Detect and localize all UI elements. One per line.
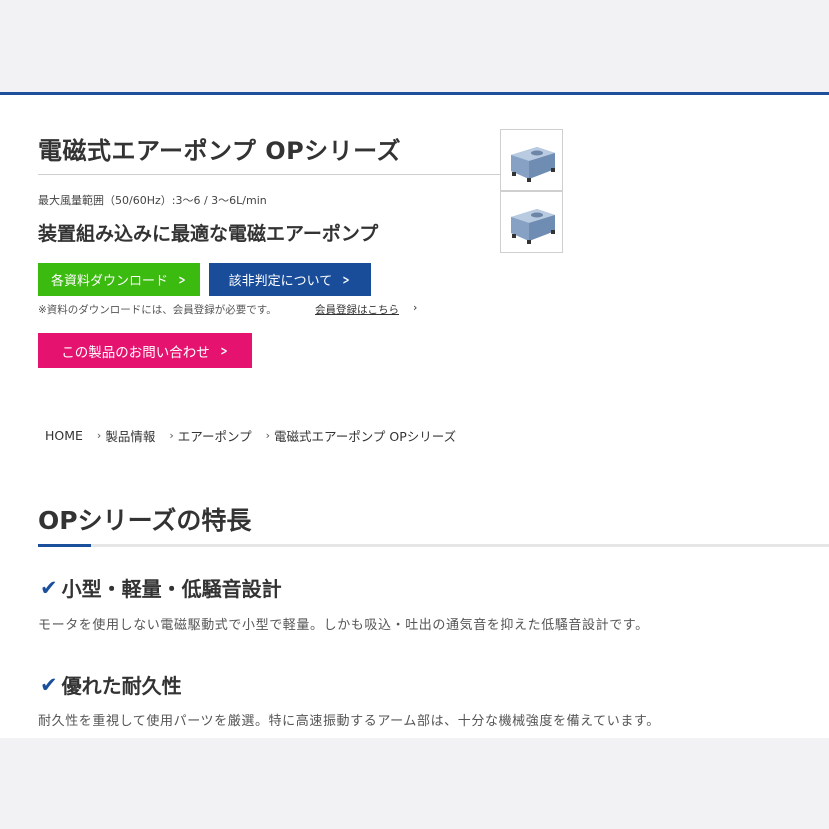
product-thumbnail[interactable] [500,129,563,191]
breadcrumb-current: 電磁式エアーポンプ OPシリーズ [274,429,457,444]
chevron-right-icon: › [96,429,102,442]
chevron-right-icon: › [265,429,271,442]
download-button-label: 各資料ダウンロード [50,274,168,289]
features-accent-bar [38,544,91,547]
product-spec: 最大風量範囲（50/60Hz）:3〜6 / 3〜6L/min [38,194,267,207]
membership-note: ※資料のダウンロードには、会員登録が必要です。 [38,304,277,316]
feature-description: 耐久性を重視して使用パーツを厳選。特に高速振動するアーム部は、十分な機械強度を備… [38,714,660,729]
chevron-right-icon: > [178,272,186,287]
feature-heading-text: 小型・軽量・低騒音設計 [61,577,282,601]
judgement-button[interactable]: 該非判定について > [209,263,371,296]
product-title: 電磁式エアーポンプ OPシリーズ [38,137,401,165]
product-hero: 電磁式エアーポンプ OPシリーズ 最大風量範囲（50/60Hz）:3〜6 / 3… [0,95,829,407]
chevron-right-icon: › [413,301,418,314]
feature-description: モータを使用しない電磁駆動式で小型で軽量。しかも吸込・吐出の通気音を抑えた低騒音… [38,618,649,633]
air-pump-thumbnail [511,209,555,244]
main-content: HOME › 製品情報 › エアーポンプ › 電磁式エアーポンプ OPシリーズ … [0,407,829,738]
checkmark-icon: ✔ [40,672,58,697]
title-divider [38,174,500,175]
air-pump-thumbnail [511,147,555,182]
features-divider [38,544,829,547]
breadcrumb: HOME › 製品情報 › エアーポンプ › 電磁式エアーポンプ OPシリーズ [45,426,456,445]
chevron-right-icon: › [169,429,174,442]
inquiry-button[interactable]: この製品のお問い合わせ > [38,333,252,368]
inquiry-button-label: この製品のお問い合わせ [61,344,210,361]
register-link[interactable]: 会員登録はこちら [315,302,399,317]
breadcrumb-category[interactable]: エアーポンプ [178,426,252,445]
chevron-right-icon: > [220,343,228,358]
bottom-area [0,738,829,829]
breadcrumb-home[interactable]: HOME [45,428,83,443]
breadcrumb-products[interactable]: 製品情報 [105,426,155,445]
features-title: OPシリーズの特長 [38,506,252,535]
chevron-right-icon: > [342,272,350,287]
judgement-button-label: 該非判定について [228,274,333,289]
feature-heading: ✔ 小型・軽量・低騒音設計 [40,573,282,602]
checkmark-icon: ✔ [40,575,58,600]
feature-heading: ✔ 優れた耐久性 [40,670,182,699]
top-header-area [0,0,829,92]
product-catchphrase: 装置組み込みに最適な電磁エアーポンプ [38,223,379,245]
feature-heading-text: 優れた耐久性 [61,674,182,698]
download-button[interactable]: 各資料ダウンロード > [38,263,200,296]
product-thumbnail[interactable] [500,191,563,253]
